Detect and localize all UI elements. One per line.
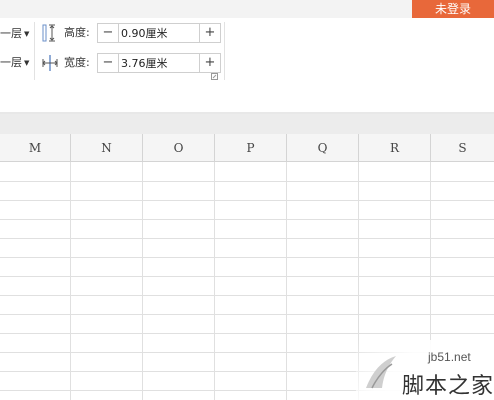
column-header-s[interactable]: S <box>431 134 494 161</box>
column-header-row: M N O P Q R S <box>0 134 494 162</box>
formula-bar-area <box>0 114 494 134</box>
bring-forward-label: 一层 <box>0 27 22 40</box>
row-gridline <box>0 276 494 277</box>
watermark-logo-icon <box>366 356 396 389</box>
ribbon-separator <box>34 22 35 80</box>
size-dialog-launcher-icon[interactable] <box>211 73 218 80</box>
column-header-q[interactable]: Q <box>287 134 359 161</box>
bring-forward-button[interactable]: 一层 ▼ <box>0 26 29 42</box>
height-icon <box>42 24 55 42</box>
column-gridline <box>286 162 287 400</box>
dropdown-arrow-icon: ▼ <box>24 30 30 38</box>
height-stepper[interactable]: − + <box>97 23 221 43</box>
row-gridline <box>0 200 494 201</box>
width-increase-button[interactable]: + <box>199 54 220 72</box>
send-backward-button[interactable]: 一层 ▼ <box>0 55 29 71</box>
row-gridline <box>0 181 494 182</box>
width-decrease-button[interactable]: − <box>98 54 119 72</box>
width-input[interactable] <box>119 55 203 71</box>
row-gridline <box>0 314 494 315</box>
row-gridline <box>0 333 494 334</box>
row-gridline <box>0 238 494 239</box>
height-label: 高度: <box>64 26 90 39</box>
send-backward-label: 一层 <box>0 56 22 69</box>
column-header-o[interactable]: O <box>143 134 215 161</box>
column-header-p[interactable]: P <box>215 134 287 161</box>
ribbon-separator <box>224 22 225 80</box>
watermark-site-name: 脚本之家 <box>402 374 494 399</box>
row-gridline <box>0 295 494 296</box>
column-gridline <box>70 162 71 400</box>
column-gridline <box>214 162 215 400</box>
width-label: 宽度: <box>64 56 90 69</box>
width-icon <box>42 55 58 71</box>
row-gridline <box>0 219 494 220</box>
column-header-r[interactable]: R <box>359 134 431 161</box>
login-button[interactable]: 未登录 <box>412 0 494 18</box>
height-input[interactable] <box>119 25 203 41</box>
height-decrease-button[interactable]: − <box>98 24 119 42</box>
row-gridline <box>0 257 494 258</box>
column-header-n[interactable]: N <box>71 134 143 161</box>
dropdown-arrow-icon: ▼ <box>24 59 30 67</box>
column-header-m[interactable]: M <box>0 134 71 161</box>
watermark-url: jb51.net <box>428 350 471 364</box>
width-stepper[interactable]: − + <box>97 53 221 73</box>
column-gridline <box>142 162 143 400</box>
height-increase-button[interactable]: + <box>199 24 220 42</box>
